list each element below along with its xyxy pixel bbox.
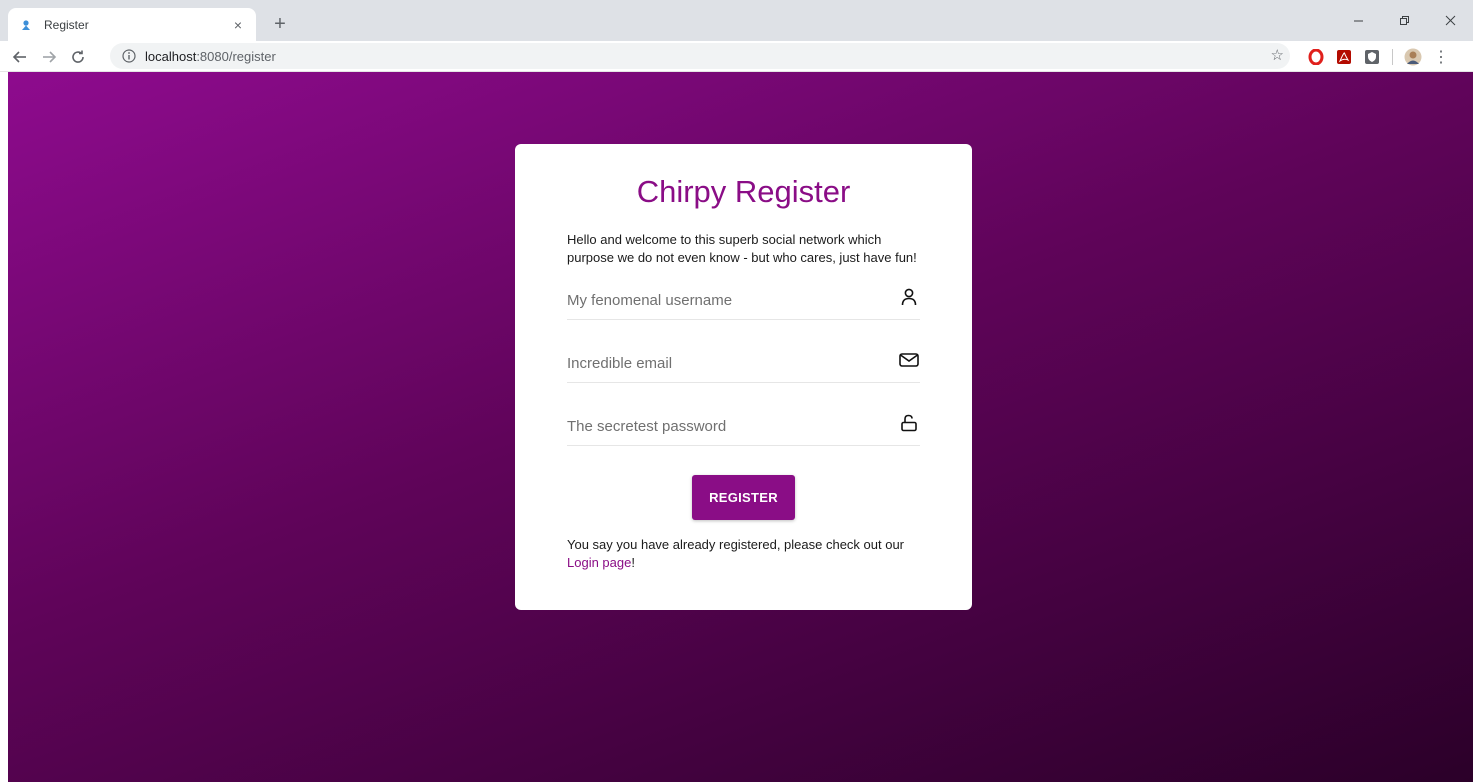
register-button[interactable]: REGISTER [692, 475, 795, 520]
login-link[interactable]: Login page [567, 555, 631, 570]
email-field-row [567, 346, 920, 383]
avatar-icon [1404, 48, 1422, 66]
browser-window: Register × + localhost:8080/register ☆ ⋮… [0, 0, 1473, 782]
back-button[interactable] [8, 45, 32, 69]
info-icon[interactable] [122, 49, 136, 63]
username-input[interactable] [567, 289, 887, 311]
register-card: Chirpy Register Hello and welcome to thi… [515, 144, 972, 610]
page-title: Chirpy Register [636, 174, 851, 209]
url-host: localhost [145, 48, 197, 64]
profile-button[interactable] [1399, 45, 1427, 69]
arrow-right-icon [43, 51, 57, 63]
tab-strip: Register × + [0, 0, 1473, 41]
extensions-area: ⋮ [1302, 45, 1455, 69]
url-path: :8080/register [196, 48, 276, 64]
tab-register[interactable]: Register × [8, 8, 256, 41]
intro-text: Hello and welcome to this superb social … [567, 232, 917, 265]
viewport-left-edge [0, 72, 8, 782]
pdf-icon [1337, 50, 1351, 64]
opera-icon [1308, 49, 1324, 65]
mail-icon [898, 349, 920, 371]
opera-extension-button[interactable] [1302, 45, 1330, 69]
address-bar[interactable]: localhost:8080/register ☆ [110, 43, 1290, 69]
browser-menu-button[interactable]: ⋮ [1427, 45, 1455, 69]
arrow-left-icon [12, 51, 26, 63]
browser-toolbar: localhost:8080/register ☆ ⋮ [0, 41, 1473, 72]
password-input[interactable] [567, 415, 887, 437]
minimize-icon [1353, 20, 1363, 22]
restore-icon [1399, 16, 1409, 25]
close-window-button[interactable] [1427, 0, 1473, 41]
shield-icon [1365, 50, 1379, 64]
reload-button[interactable] [66, 45, 90, 69]
unlock-icon [898, 412, 920, 434]
login-prompt-prefix: You say you have already registered, ple… [567, 537, 905, 552]
bookmark-star-icon[interactable]: ☆ [1271, 48, 1284, 64]
new-tab-button[interactable]: + [268, 12, 292, 36]
window-controls [1335, 0, 1473, 41]
toolbar-separator [1392, 49, 1393, 65]
register-button-wrap: REGISTER [567, 475, 920, 520]
username-field-row [567, 283, 920, 320]
shield-extension-button[interactable] [1358, 45, 1386, 69]
login-prompt-suffix: ! [631, 555, 635, 570]
reload-icon [72, 50, 84, 63]
minimize-button[interactable] [1335, 0, 1381, 41]
restore-button[interactable] [1381, 0, 1427, 41]
password-field-row [567, 409, 920, 446]
page-background: Chirpy Register Hello and welcome to thi… [8, 72, 1473, 782]
login-prompt: You say you have already registered, ple… [567, 536, 919, 572]
favicon-icon [20, 19, 32, 31]
email-input[interactable] [567, 352, 887, 374]
url-text: localhost:8080/register [145, 49, 276, 64]
pdf-extension-button[interactable] [1330, 45, 1358, 69]
tab-close-icon[interactable]: × [230, 17, 246, 33]
close-icon [1445, 15, 1455, 26]
user-icon [898, 286, 920, 308]
tab-title: Register [44, 17, 89, 32]
forward-button[interactable] [37, 45, 61, 69]
